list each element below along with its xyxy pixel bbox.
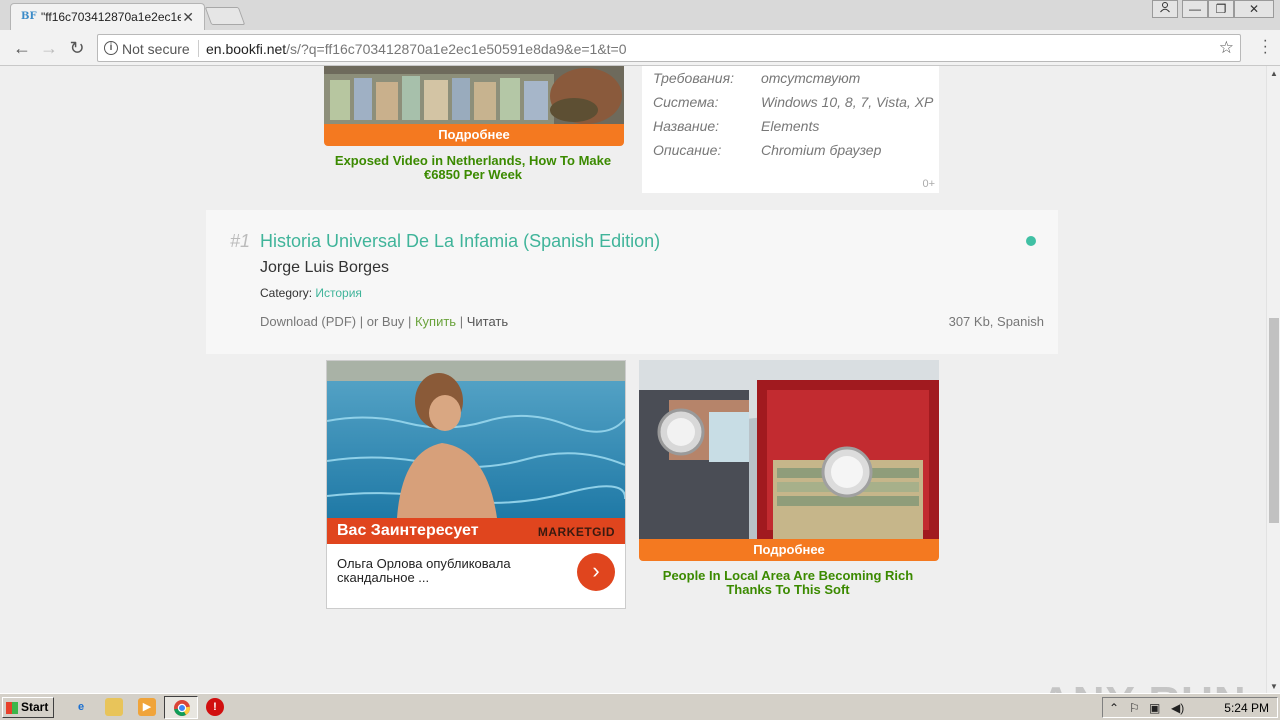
link-separator: | xyxy=(359,314,364,329)
watch-ad-image[interactable] xyxy=(639,360,939,539)
taskbar-clock[interactable]: 5:24 PM xyxy=(1224,701,1269,715)
flag-icon[interactable]: ⚐ xyxy=(1129,701,1140,715)
address-bar[interactable]: i Not secure en.bookfi.net/s/?q=ff16c703… xyxy=(97,34,1241,62)
reload-icon[interactable]: ↻ xyxy=(65,36,89,60)
top-ad-more-button[interactable]: Подробнее xyxy=(324,124,624,146)
tab-strip: BF "ff16c703412870a1e2ec1e5 ✕ — ❐ ✕ xyxy=(0,0,1280,30)
age-rating-badge: 0+ xyxy=(922,178,935,190)
or-buy-link[interactable]: or Buy xyxy=(367,314,405,329)
marketgid-ad-text[interactable]: Ольга Орлова опубликовала скандальное ..… xyxy=(337,557,557,585)
info-icon[interactable]: i xyxy=(104,41,118,55)
minimize-button[interactable]: — xyxy=(1182,0,1208,18)
read-link[interactable]: Читать xyxy=(467,314,508,329)
site-favicon-icon: BF xyxy=(21,11,37,22)
windows-taskbar: Start e ▶ ! ⌃ ⚐ ▣ ◀) 5:24 PM xyxy=(0,693,1280,720)
money-ad-image[interactable] xyxy=(324,66,624,124)
close-window-button[interactable]: ✕ xyxy=(1234,0,1274,18)
status-dot-icon xyxy=(1026,236,1036,246)
category-link[interactable]: История xyxy=(315,286,362,300)
start-button[interactable]: Start xyxy=(2,697,54,718)
omnibox-divider xyxy=(198,40,199,57)
close-tab-icon[interactable]: ✕ xyxy=(182,9,194,26)
app-specs-card: Требования: отсутствуют Система: Windows 1… xyxy=(642,66,939,193)
bookmark-star-icon[interactable]: ☆ xyxy=(1219,38,1234,58)
chrome-taskbar-button[interactable] xyxy=(164,696,198,719)
url-path: /s/?q=ff16c703412870a1e2ec1e50591e8da9&e… xyxy=(286,41,627,57)
scrollbar-thumb[interactable] xyxy=(1269,318,1279,523)
tray-expand-icon[interactable]: ⌃ xyxy=(1109,701,1119,715)
search-result-item: #1 Historia Universal De La Infamia (Spa… xyxy=(206,210,1058,354)
spec-row-description: Описание: Chromium браузер xyxy=(653,142,882,158)
folder-icon[interactable] xyxy=(105,698,123,716)
book-category: Category: История xyxy=(260,286,362,300)
book-author: Jorge Luis Borges xyxy=(260,259,389,276)
start-label: Start xyxy=(21,700,49,714)
buy-ru-link[interactable]: Купить xyxy=(415,314,456,329)
tab-title: "ff16c703412870a1e2ec1e5 xyxy=(41,10,181,24)
browser-tab[interactable]: BF "ff16c703412870a1e2ec1e5 ✕ xyxy=(10,3,205,30)
top-ad-caption[interactable]: Exposed Video in Netherlands, How To Mak… xyxy=(324,154,622,182)
volume-icon[interactable]: ◀) xyxy=(1171,701,1184,715)
forward-arrow-icon[interactable]: → xyxy=(37,36,61,60)
new-tab-button[interactable] xyxy=(204,7,246,25)
result-number: #1 xyxy=(230,231,251,251)
link-separator: | xyxy=(459,314,464,329)
watch-ad-caption[interactable]: People In Local Area Are Becoming Rich T… xyxy=(639,569,937,597)
url-text[interactable]: en.bookfi.net/s/?q=ff16c703412870a1e2ec1… xyxy=(206,41,627,57)
spec-row-requirements: Требования: отсутствуют xyxy=(653,70,861,86)
book-title-link[interactable]: Historia Universal De La Infamia (Spanis… xyxy=(260,231,660,252)
profile-icon[interactable] xyxy=(1152,0,1178,18)
page-scrollbar[interactable]: ▲ ▼ xyxy=(1266,66,1280,693)
marketgid-ad[interactable]: Вас Заинтересует MARKETGID Ольга Орлова … xyxy=(326,360,626,609)
book-action-links: Download (PDF) | or Buy | Купить | Читат… xyxy=(260,314,508,329)
not-secure-label[interactable]: Not secure xyxy=(122,41,190,57)
media-player-icon[interactable]: ▶ xyxy=(138,698,156,716)
category-label: Category: xyxy=(260,286,313,300)
anyrun-watermark: ANY RUN xyxy=(1040,678,1247,693)
marketgid-header-bar: Вас Заинтересует MARKETGID xyxy=(327,518,625,544)
spec-row-system: Система: Windows 10, 8, 7, Vista, XP xyxy=(653,94,934,110)
chevron-right-icon[interactable]: › xyxy=(577,553,615,591)
page-viewport: Подробнее Exposed Video in Netherlands, … xyxy=(0,66,1266,693)
internet-explorer-icon[interactable]: e xyxy=(72,698,90,716)
restore-button[interactable]: ❐ xyxy=(1208,0,1234,18)
windows-logo-icon xyxy=(6,702,18,714)
back-arrow-icon[interactable]: ← xyxy=(10,36,34,60)
scroll-up-arrow-icon[interactable]: ▲ xyxy=(1270,69,1278,78)
scroll-down-arrow-icon[interactable]: ▼ xyxy=(1270,682,1278,691)
marketgid-brand-logo: MARKETGID xyxy=(537,525,615,539)
stop-icon[interactable]: ! xyxy=(206,698,224,716)
browser-toolbar: ← → ↻ i Not secure en.bookfi.net/s/?q=ff… xyxy=(0,30,1280,66)
pool-ad-image[interactable] xyxy=(327,361,625,518)
spec-row-name: Название: Elements xyxy=(653,118,820,134)
link-separator: | xyxy=(407,314,412,329)
url-host: en.bookfi.net xyxy=(206,41,287,57)
marketgid-header: Вас Заинтересует xyxy=(337,522,479,539)
book-size-language: 307 Kb, Spanish xyxy=(948,314,1044,329)
chrome-icon xyxy=(174,700,191,716)
watch-ad-more-button[interactable]: Подробнее xyxy=(639,539,939,561)
network-icon[interactable]: ▣ xyxy=(1149,701,1160,715)
menu-dots-icon[interactable]: · · · xyxy=(1263,33,1268,61)
system-tray: ⌃ ⚐ ▣ ◀) 5:24 PM xyxy=(1102,697,1278,718)
download-pdf-link[interactable]: Download (PDF) xyxy=(260,314,356,329)
